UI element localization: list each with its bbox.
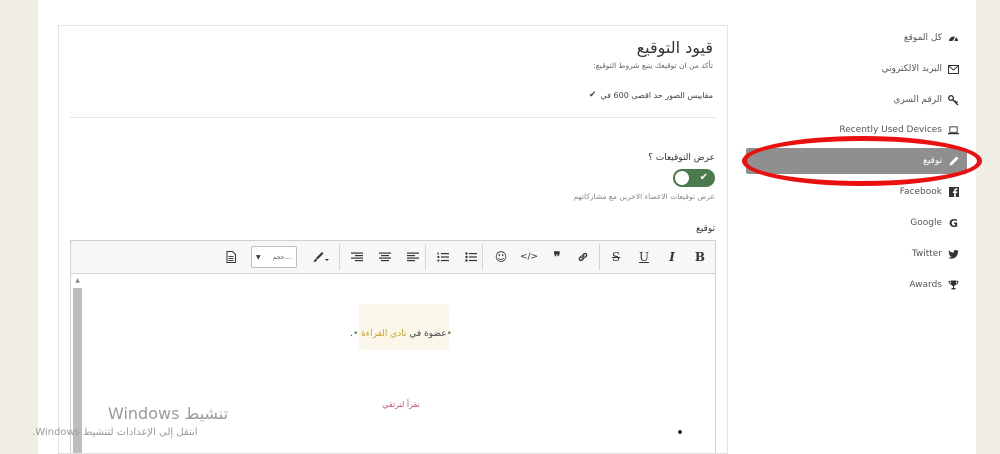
sidebar-item-password[interactable]: الرقم السري [746, 87, 967, 113]
toolbar-separator [339, 244, 340, 270]
link-icon[interactable] [573, 248, 593, 266]
font-size-value: حجم.... [272, 253, 292, 261]
source-document-icon[interactable] [221, 248, 241, 266]
bullet-list-icon[interactable] [461, 248, 481, 266]
google-icon: G [948, 216, 959, 230]
signature-image-background [359, 304, 449, 350]
windows-activation-subtitle: انتقل إلى الإعدادات لتنشيط Windows. [32, 427, 198, 438]
sidebar-item-label: Awards [909, 280, 942, 290]
sidebar-item-label: Google [910, 218, 942, 228]
twitter-icon [948, 249, 959, 259]
sidebar-item-signature[interactable]: توقيع [746, 148, 967, 174]
show-signatures-label: عرض التوقيعات ؟ [648, 153, 715, 163]
page-title: قيود التوقيع [636, 38, 713, 57]
sidebar-item-label: البريد الالكتروني [881, 64, 942, 74]
toolbar-separator [425, 244, 426, 270]
windows-activation-title: تنشيط Windows [108, 404, 229, 423]
italic-button[interactable]: I [662, 248, 682, 266]
toggle-knob [675, 171, 689, 185]
divider [70, 117, 716, 118]
dot-icon: • [352, 329, 359, 339]
signature-line-1: •عضوة في نادي القراءة •. [350, 329, 452, 339]
check-icon: ✔ [588, 90, 597, 100]
underline-button[interactable]: U [634, 248, 654, 266]
quote-icon[interactable]: ❞ [547, 248, 567, 266]
signature-label: توقيع [696, 224, 715, 234]
sidebar-item-label: توقيع [923, 156, 942, 166]
check-icon: ✔ [699, 172, 708, 183]
list-bullet [678, 430, 682, 434]
sidebar-item-label: Recently Used Devices [839, 125, 942, 135]
sidebar-item-overview[interactable]: كل الموقع [746, 25, 967, 51]
font-size-select[interactable]: ▼ حجم.... [251, 246, 297, 268]
settings-sidebar: كل الموقع البريد الالكتروني الرقم السري … [738, 20, 972, 320]
dashboard-icon [948, 33, 959, 43]
numbered-list-icon[interactable] [433, 248, 453, 266]
rule-text: مقاييس الصور حد اقصى 600 في [600, 90, 714, 100]
laptop-icon [948, 125, 959, 135]
signature-club-name: نادي القراءة [361, 329, 407, 339]
brush-color-icon[interactable] [311, 248, 331, 266]
sidebar-item-label: Facebook [899, 187, 942, 197]
toolbar-separator [482, 244, 483, 270]
signature-motto: نقرأ لنرتقي [382, 400, 420, 409]
dot-icon: • [446, 329, 452, 339]
signature-rule: مقاييس الصور حد اقصى 600 في ✔ [589, 90, 713, 100]
facebook-icon [948, 187, 959, 197]
show-signatures-help: عرض توقيعات الاعضاء الاخرين مع مشاركاتهم [573, 192, 715, 201]
bold-button[interactable]: B [690, 248, 710, 266]
sidebar-item-facebook[interactable]: Facebook [746, 179, 967, 205]
sidebar-item-email[interactable]: البريد الالكتروني [746, 56, 967, 82]
caret-down-icon: ▼ [256, 253, 261, 261]
show-signatures-toggle[interactable]: ✔ [673, 169, 715, 187]
trophy-icon [948, 280, 959, 290]
sidebar-item-awards[interactable]: Awards [746, 272, 967, 298]
envelope-icon [948, 64, 959, 74]
sidebar-item-twitter[interactable]: Twitter [746, 241, 967, 267]
signature-panel: قيود التوقيع تأكد من ان توقيعك يتبع شروط… [58, 25, 728, 454]
editor-toolbar: B I U S ❞ </> ☺ ▼ حجم.... [71, 241, 715, 274]
align-right-icon[interactable] [347, 248, 367, 266]
sidebar-item-google[interactable]: Google G [746, 210, 967, 236]
page-subtitle: تأكد من ان توقيعك يتبع شروط التوقيع: [593, 61, 713, 70]
toolbar-separator [599, 244, 600, 270]
emoji-icon[interactable]: ☺ [491, 248, 511, 266]
sidebar-item-label: كل الموقع [903, 33, 942, 43]
sidebar-item-devices[interactable]: Recently Used Devices [746, 117, 967, 143]
align-center-icon[interactable] [375, 248, 395, 266]
sidebar-item-label: الرقم السري [893, 95, 942, 105]
signature-prefix: عضوة في [409, 329, 447, 339]
sidebar-item-label: Twitter [911, 249, 942, 259]
key-icon [948, 94, 959, 106]
scroll-up-arrow-icon[interactable]: ▲ [73, 276, 82, 285]
pencil-icon [948, 156, 959, 166]
strikethrough-button[interactable]: S [606, 248, 626, 266]
code-icon[interactable]: </> [519, 248, 539, 266]
align-left-icon[interactable] [403, 248, 423, 266]
